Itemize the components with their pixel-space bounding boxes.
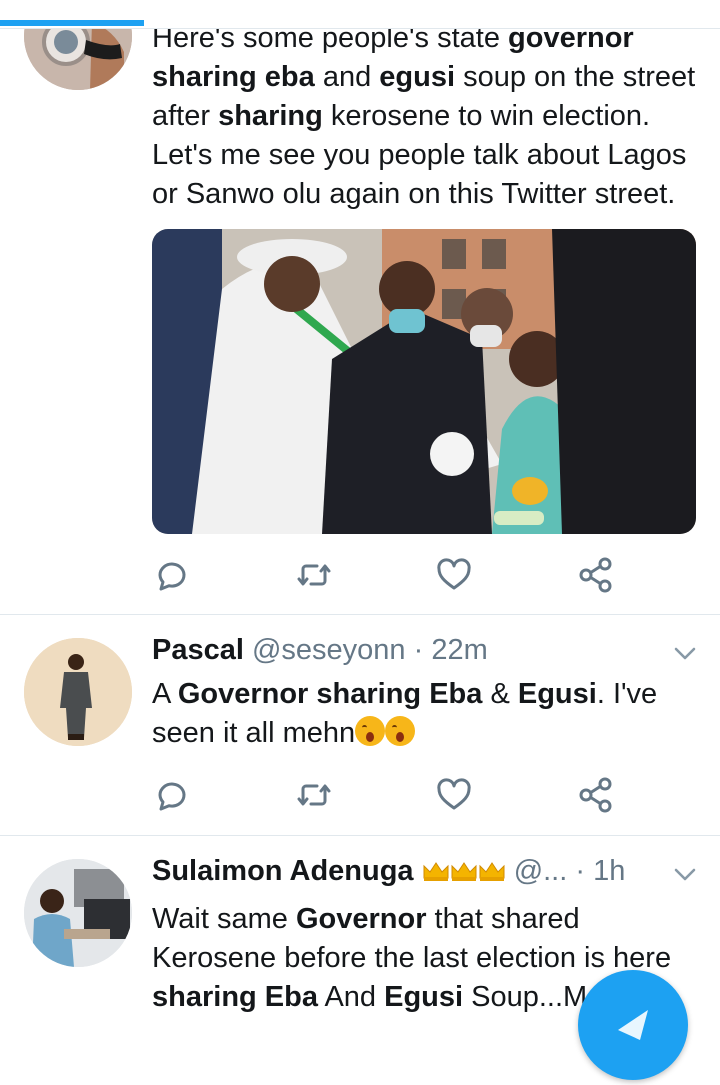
avatar-image [24,859,132,967]
tweet-text-line: after sharing kerosene to win election. [152,97,695,136]
avatar[interactable] [24,638,132,746]
retweet-icon[interactable] [294,555,334,595]
reply-icon[interactable] [152,555,192,595]
text-segment: that shared [426,903,580,935]
text-segment: A [152,678,178,710]
bold-text-segment: Governor [295,903,427,935]
bold-text-segment: Egusi [384,981,464,1013]
text-segment: after [152,100,219,132]
bold-text-segment: sharing Eba [152,981,318,1013]
reply-icon[interactable] [152,775,192,815]
tweet-header: Sulaimon Adenuga @... · 1h [152,855,625,888]
text-segment: Wait same [152,903,296,935]
like-icon[interactable] [434,555,474,595]
bold-text-segment: Egusi [517,678,597,710]
text-segment: or Sanwo olu again on this Twitter stree… [152,178,676,210]
tweet-text: Here's some people's state governor shar… [152,19,695,214]
tweet-text-line: A Governor sharing Eba & Egusi. I've [152,675,657,714]
crown-icon [479,862,505,881]
share-icon[interactable] [576,775,616,815]
text-segment: seen it all mehn [152,717,356,749]
avatar-image [24,638,132,746]
astonished-emoji-icon [355,716,386,746]
handle[interactable]: @seseyonn [252,634,406,666]
compose-icon [618,1010,648,1040]
avatar[interactable] [24,859,132,967]
chevron-down-icon[interactable] [672,640,698,666]
bold-text-segment: egusi [379,61,456,93]
retweet-icon[interactable] [294,775,334,815]
tweet-text-line: seen it all mehn [152,714,657,753]
text-segment: & [482,678,518,710]
text-segment: . I've [596,678,658,710]
text-segment: And [318,981,385,1013]
crown-icon [451,862,477,881]
tweet-actions [152,775,622,815]
photo-image [152,229,696,534]
top-progress-bar [0,0,720,29]
display-name[interactable]: Pascal [152,634,244,666]
like-icon[interactable] [434,775,474,815]
handle[interactable]: @... [514,855,568,887]
share-icon[interactable] [576,555,616,595]
tweet-1[interactable]: Here's some people's state governor shar… [0,0,720,615]
bold-text-segment: Governor sharing Eba [177,678,483,710]
tweet-photo[interactable] [152,229,696,534]
separator: · [405,634,432,666]
text-segment: soup on the street [455,61,696,93]
tweet-text-line: sharing eba and egusi soup on the street [152,58,695,97]
tweet-text-line: Let's me see you people talk about Lagos [152,136,695,175]
text-segment: and [314,61,380,93]
tweet-2[interactable]: Pascal @seseyonn · 22m A Governor sharin… [0,614,720,836]
tweet-text-line: Wait same Governor that shared [152,900,671,939]
display-name[interactable]: Sulaimon Adenuga [152,855,414,887]
tweet-text-line: or Sanwo olu again on this Twitter stree… [152,175,695,214]
timestamp[interactable]: 1h [593,855,625,887]
crown-icon [423,862,449,881]
crown-emojis [422,855,506,887]
timestamp[interactable]: 22m [431,634,487,666]
compose-tweet-button[interactable] [578,970,688,1080]
chevron-down-icon[interactable] [672,861,698,887]
text-segment: kerosene to win election. [322,100,651,132]
separator: · [567,855,594,887]
text-segment: Let's me see you people talk about Lagos [152,139,687,171]
astonished-emoji-icon [385,716,416,746]
progress-fill [0,20,144,26]
tweet-text: A Governor sharing Eba & Egusi. I've see… [152,675,657,753]
bold-text-segment: sharing eba [152,61,315,93]
tweet-header: Pascal @seseyonn · 22m [152,634,488,667]
bold-text-segment: sharing [218,100,323,132]
tweet-actions [152,555,622,595]
